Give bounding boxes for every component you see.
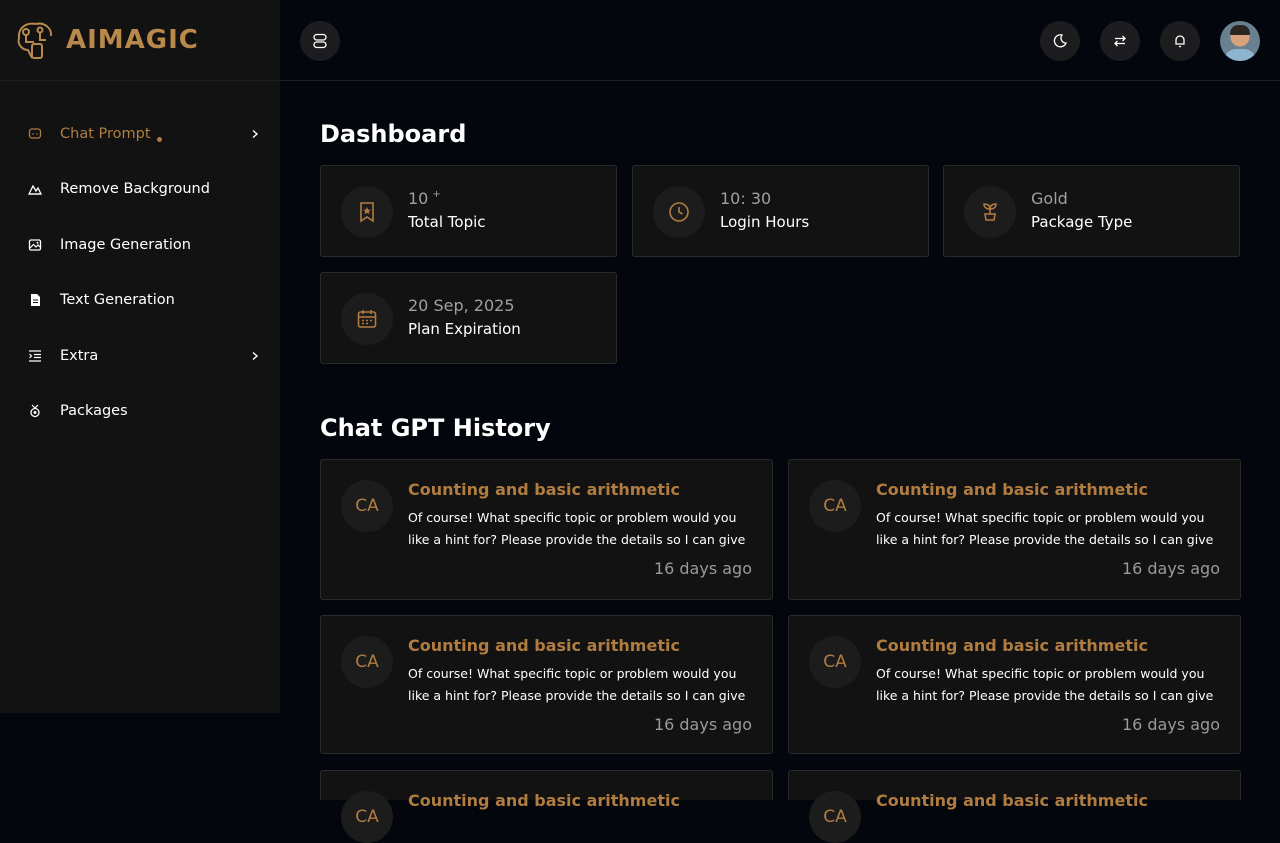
history-card[interactable]: CA Counting and basic arithmetic [788,770,1241,843]
history-card-title: Counting and basic arithmetic [876,480,1148,499]
image-icon [28,238,42,252]
history-card-time: 16 days ago [1121,715,1220,734]
notifications-button[interactable] [1160,21,1200,61]
history-card-title: Counting and basic arithmetic [408,636,680,655]
history-card-title: Counting and basic arithmetic [408,791,680,810]
history-card-title: Counting and basic arithmetic [876,791,1148,810]
mountain-icon [28,182,42,196]
stat-card-package-type: Gold Package Type [943,165,1240,257]
sidebar-item-label: Chat Prompt [60,125,151,142]
history-avatar: CA [341,636,393,688]
history-card[interactable]: CA Counting and basic arithmetic Of cour… [788,459,1241,600]
stat-card-total-topic: 10 + Total Topic [320,165,617,257]
history-card[interactable]: CA Counting and basic arithmetic Of cour… [320,615,773,754]
page-title: Dashboard [320,120,467,148]
clock-icon [653,186,705,238]
sidebar-item-extra[interactable]: Extra [0,328,280,384]
history-card[interactable]: CA Counting and basic arithmetic Of cour… [320,459,773,600]
stat-value: Gold [1031,189,1068,208]
moon-icon [1053,34,1067,48]
history-card[interactable]: CA Counting and basic arithmetic [320,770,773,843]
chevron-right-icon [252,129,259,138]
sidebar-item-image-generation[interactable]: Image Generation [0,217,280,273]
stat-value: 10: 30 [720,189,772,208]
history-card-title: Counting and basic arithmetic [876,636,1148,655]
history-avatar: CA [809,480,861,532]
sidebar-item-label: Image Generation [60,236,191,253]
history-card-time: 16 days ago [653,715,752,734]
bookmark-star-icon [341,186,393,238]
stat-label: Login Hours [720,213,810,231]
history-title: Chat GPT History [320,414,551,442]
stat-label: Package Type [1031,213,1133,231]
plant-icon [964,186,1016,238]
stat-card-plan-expiration: 20 Sep, 2025 Plan Expiration [320,272,617,364]
history-card-time: 16 days ago [1121,559,1220,578]
theme-toggle-button[interactable] [1040,21,1080,61]
history-card-time: 16 days ago [653,559,752,578]
stat-value: 10 + [408,189,441,208]
menu-toggle-button[interactable] [300,21,340,61]
calendar-icon [341,293,393,345]
user-avatar[interactable] [1220,21,1260,61]
history-card-text: Of course! What specific topic or proble… [408,510,746,547]
history-avatar: CA [809,636,861,688]
history-card-text: Of course! What specific topic or proble… [876,510,1214,547]
stat-label: Plan Expiration [408,320,521,338]
sidebar-item-label: Text Generation [60,292,175,309]
stat-card-login-hours: 10: 30 Login Hours [632,165,929,257]
sidebar-item-label: Packages [60,403,128,420]
list-indent-icon [28,349,42,363]
sidebar-item-chat-prompt[interactable]: Chat Prompt [0,106,280,162]
sidebar-item-packages[interactable]: Packages [0,384,280,440]
history-card[interactable]: CA Counting and basic arithmetic Of cour… [788,615,1241,754]
swap-icon [1114,35,1126,47]
menu-toggle-icon [313,33,327,49]
document-icon [28,293,42,307]
history-card-text: Of course! What specific topic or proble… [876,666,1214,703]
bell-icon [1175,35,1185,48]
logo[interactable]: AIMAGIC [0,0,280,81]
chat-icon [28,127,42,141]
history-avatar: CA [341,480,393,532]
sidebar-nav: Chat Prompt Remove Background Image Gene… [0,81,280,439]
active-dot [156,137,162,143]
sidebar: AIMAGIC Chat Prompt Remove Background Im… [0,0,280,713]
history-avatar: CA [809,791,861,843]
sidebar-item-label: Extra [60,347,99,364]
medal-icon [28,404,42,418]
stat-value: 20 Sep, 2025 [408,296,515,315]
logo-text: AIMAGIC [66,25,199,55]
history-avatar: CA [341,791,393,843]
direction-toggle-button[interactable] [1100,21,1140,61]
sidebar-item-remove-background[interactable]: Remove Background [0,162,280,218]
stat-label: Total Topic [408,213,486,231]
history-card-title: Counting and basic arithmetic [408,480,680,499]
history-card-text: Of course! What specific topic or proble… [408,666,746,703]
topbar [280,0,1280,81]
sidebar-item-text-generation[interactable]: Text Generation [0,273,280,329]
brain-circuit-logo-icon [17,22,53,59]
chevron-right-icon [252,351,259,360]
sidebar-item-label: Remove Background [60,181,210,198]
